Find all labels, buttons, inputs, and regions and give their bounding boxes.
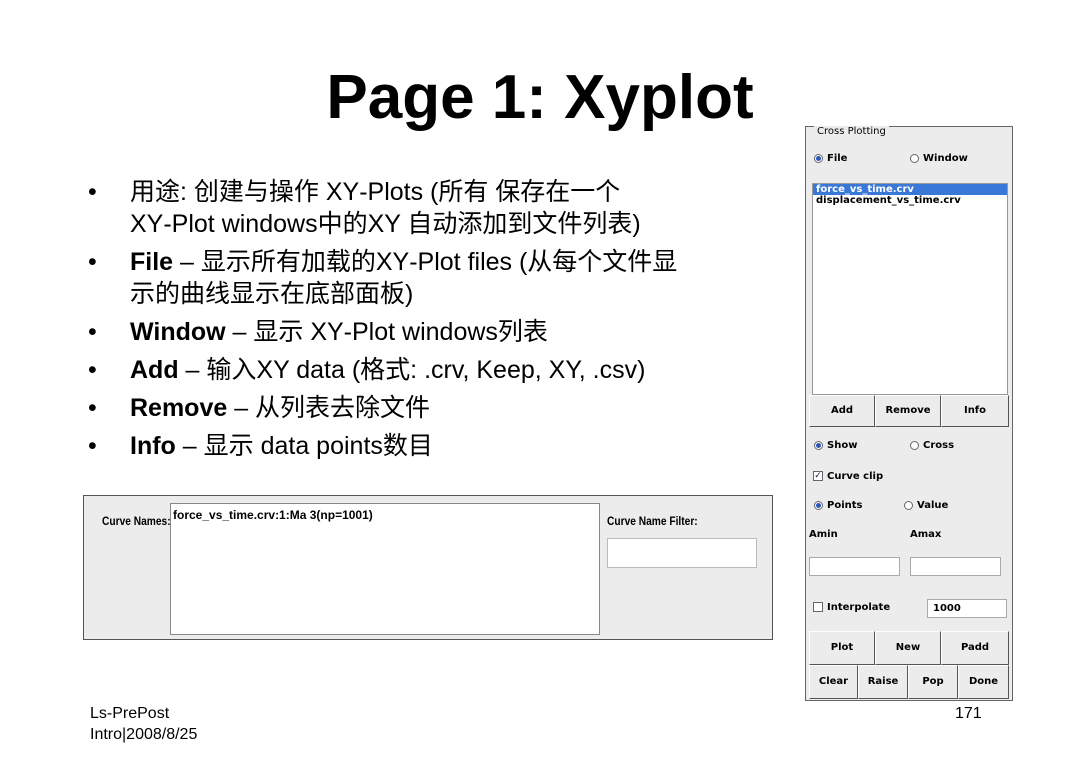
bullet-text: – 显示 XY‐Plot windows列表 bbox=[225, 318, 548, 346]
amin-input[interactable] bbox=[809, 557, 900, 576]
bullet-dot: • bbox=[88, 432, 97, 460]
curve-clip-checkbox[interactable]: ✓ Curve clip bbox=[813, 471, 883, 482]
checkmark-icon: ✓ bbox=[813, 471, 823, 481]
interpolate-checkbox[interactable]: Interpolate bbox=[813, 602, 890, 613]
show-radio[interactable]: Show bbox=[814, 440, 857, 451]
bullet-text: – 显示 data points数目 bbox=[175, 432, 433, 460]
info-button[interactable]: Info bbox=[941, 395, 1009, 427]
footer-source: Ls-PrePost Intro|2008/8/25 bbox=[90, 703, 197, 745]
bullet-item: • Info – 显示 data points数目 bbox=[88, 430, 788, 462]
radio-icon bbox=[910, 153, 919, 163]
radio-icon bbox=[910, 440, 919, 450]
file-list-item[interactable]: displacement_vs_time.crv bbox=[813, 195, 1007, 206]
file-list-item[interactable]: force_vs_time.crv bbox=[813, 184, 1007, 195]
file-radio[interactable]: File bbox=[814, 153, 847, 164]
amin-label: Amin bbox=[809, 529, 838, 540]
points-radio[interactable]: Points bbox=[814, 500, 862, 511]
bullet-dot: • bbox=[88, 394, 97, 422]
curve-names-label: Curve Names: bbox=[102, 514, 171, 528]
curve-filter-label: Curve Name Filter: bbox=[607, 514, 698, 528]
plot-button[interactable]: Plot bbox=[809, 631, 875, 665]
bullet-keyword: Info bbox=[130, 432, 176, 460]
bullet-text: – 输入XY data (格式: .crv, Keep, XY, .csv) bbox=[178, 356, 646, 384]
bullet-item: • Window – 显示 XY‐Plot windows列表 bbox=[88, 316, 788, 348]
cross-radio-label: Cross bbox=[923, 440, 955, 451]
bullet-text: – 显示所有加载的XY‐Plot files (从每个文件显 bbox=[173, 248, 678, 276]
footer-line1: Ls-PrePost bbox=[90, 705, 170, 722]
clear-button[interactable]: Clear bbox=[809, 665, 858, 699]
bullet-keyword: Remove bbox=[130, 394, 228, 422]
file-list[interactable]: force_vs_time.crv displacement_vs_time.c… bbox=[812, 183, 1008, 395]
new-button[interactable]: New bbox=[875, 631, 941, 665]
window-radio[interactable]: Window bbox=[910, 153, 968, 164]
curve-names-panel: Curve Names: force_vs_time.crv:1:Ma 3(np… bbox=[83, 495, 773, 640]
bullet-dot: • bbox=[88, 318, 97, 346]
window-radio-label: Window bbox=[923, 153, 968, 164]
cross-radio[interactable]: Cross bbox=[910, 440, 954, 451]
amax-input[interactable] bbox=[910, 557, 1001, 576]
amax-label: Amax bbox=[910, 529, 942, 540]
raise-button[interactable]: Raise bbox=[858, 665, 908, 699]
bullet-dot: • bbox=[88, 178, 97, 206]
bullet-text-cont: 示的曲线显示在底部面板) bbox=[130, 280, 414, 308]
value-radio-label: Value bbox=[917, 500, 949, 511]
radio-icon bbox=[904, 500, 913, 510]
checkbox-icon bbox=[813, 602, 823, 612]
bullet-text: – 从列表去除文件 bbox=[227, 394, 431, 422]
radio-icon bbox=[814, 440, 823, 450]
radio-icon bbox=[814, 500, 823, 510]
interpolate-label: Interpolate bbox=[827, 602, 891, 613]
bullet-keyword: File bbox=[130, 248, 174, 276]
padd-button[interactable]: Padd bbox=[941, 631, 1009, 665]
curve-list-item[interactable]: force_vs_time.crv:1:Ma 3(np=1001) bbox=[173, 508, 597, 522]
curve-filter-input[interactable] bbox=[607, 538, 757, 568]
bullet-dot: • bbox=[88, 248, 97, 276]
bullet-dot: • bbox=[88, 356, 97, 384]
interpolate-input[interactable]: 1000 bbox=[927, 599, 1007, 618]
radio-icon bbox=[814, 153, 823, 163]
remove-button[interactable]: Remove bbox=[875, 395, 941, 427]
add-button[interactable]: Add bbox=[809, 395, 875, 427]
footer-line2: Intro|2008/8/25 bbox=[90, 726, 198, 743]
bullet-text-cont: XY‐Plot windows中的XY 自动添加到文件列表) bbox=[130, 210, 641, 238]
curve-names-list[interactable]: force_vs_time.crv:1:Ma 3(np=1001) bbox=[170, 503, 600, 635]
points-radio-label: Points bbox=[827, 500, 863, 511]
bullet-list: • 用途: 创建与操作 XY‐Plots (所有 保存在一个 XY‐Plot w… bbox=[88, 176, 788, 468]
pop-button[interactable]: Pop bbox=[908, 665, 958, 699]
show-radio-label: Show bbox=[827, 440, 858, 451]
bullet-text: 用途: 创建与操作 XY‐Plots (所有 保存在一个 bbox=[130, 178, 621, 206]
bullet-item: • Remove – 从列表去除文件 bbox=[88, 392, 788, 424]
page-number: 171 bbox=[955, 705, 982, 722]
cross-plotting-title: Cross Plotting bbox=[814, 126, 889, 137]
bullet-keyword: Window bbox=[130, 318, 226, 346]
bullet-item: • 用途: 创建与操作 XY‐Plots (所有 保存在一个 XY‐Plot w… bbox=[88, 176, 788, 240]
done-button[interactable]: Done bbox=[958, 665, 1009, 699]
bullet-item: • File – 显示所有加载的XY‐Plot files (从每个文件显 示的… bbox=[88, 246, 788, 310]
curve-clip-label: Curve clip bbox=[827, 471, 884, 482]
value-radio[interactable]: Value bbox=[904, 500, 948, 511]
cross-plotting-panel: Cross Plotting File Window force_vs_time… bbox=[805, 126, 1013, 701]
bullet-item: • Add – 输入XY data (格式: .crv, Keep, XY, .… bbox=[88, 354, 788, 386]
bullet-keyword: Add bbox=[130, 356, 179, 384]
file-radio-label: File bbox=[827, 153, 848, 164]
